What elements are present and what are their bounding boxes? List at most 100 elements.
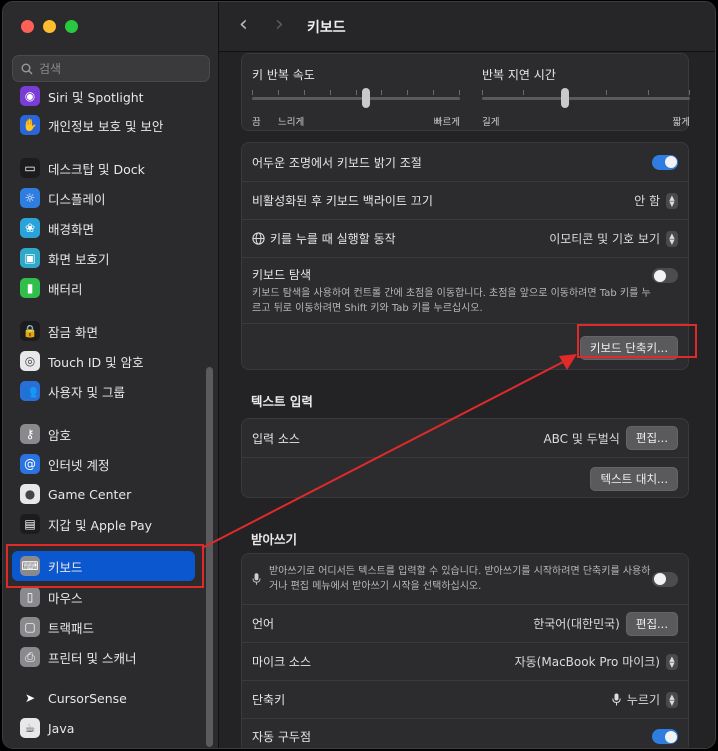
repeat-rate-thumb[interactable] [362,88,371,108]
chevron-updown-icon: ▲ ▼ [666,691,678,708]
repeat-rate-track[interactable] [252,97,460,100]
dictation-title: 받아쓰기 [251,532,298,547]
brightness-toggle[interactable] [652,154,678,170]
dictation-language-edit-button[interactable]: 편집... [625,611,678,636]
slider-tick [606,90,608,95]
search-field[interactable] [12,55,210,82]
settings-window: ◉ Siri 및 Spotlight ✋ 개인정보 보호 및 보안 ▭ 데스크탑 및 Do… [2,1,716,749]
forward-button[interactable]: › [275,14,284,36]
sidebar-item[interactable]: ● Game Center [12,479,195,509]
sun-icon: ☼ [20,188,40,208]
slider-tick [329,90,331,95]
chevron-updown-icon: ▲ ▼ [666,230,678,247]
sidebar-item[interactable]: ◉ Siri 및 Spotlight [12,81,195,111]
sidebar-item[interactable]: ◎ Touch ID 및 암호 [12,346,195,376]
sidebar-item-label: 디스플레이 [48,191,106,207]
mic-source-select[interactable]: 자동(MacBook Pro 마이크) ▲ ▼ [515,653,678,670]
key-icon: ⚷ [20,424,40,444]
hand-icon: ✋ [20,115,40,135]
backlight-off-row: 비활성화된 후 키보드 백라이트 끄기 안 함 ▲ ▼ [242,181,688,219]
repeat-rate-slider[interactable]: 키 반복 속도 끔 느리게 빠르게 [252,66,460,128]
repeat-delay-long-label: 길게 [482,117,500,128]
sidebar-scrollbar[interactable] [206,367,213,747]
input-source-edit-button[interactable]: 편집... [625,426,678,450]
sidebar-item[interactable]: ▭ 데스크탑 및 Dock [12,153,195,183]
dock-icon: ▭ [20,158,40,178]
slider-tick [482,90,483,95]
repeat-rate-max-label: 빠르게 [433,117,460,128]
sidebar-item[interactable]: ☼ 디스플레이 [12,183,195,213]
slider-tick [459,90,460,95]
sidebar-item[interactable]: ➤ CursorSense [12,683,195,713]
slider-tick [647,90,649,95]
microphone-icon [252,573,261,585]
sidebar: ◉ Siri 및 Spotlight ✋ 개인정보 보호 및 보안 ▭ 데스크탑 및 Do… [3,2,219,748]
dictation-shortcut-row: 단축키 누르기 ▲ ▼ [242,680,688,718]
auto-punct-toggle[interactable] [652,729,678,744]
globe-key-select[interactable]: 이모티콘 및 기호 보기 ▲ ▼ [549,230,678,247]
sidebar-item[interactable]: ▤ 지갑 및 Apple Pay [12,509,195,539]
backlight-off-select[interactable]: 안 함 ▲ ▼ [634,192,678,209]
dictation-shortcut-select[interactable]: 누르기 ▲ ▼ [612,691,678,708]
mic-source-label: 마이크 소스 [252,655,312,669]
backlight-off-value: 안 함 [634,194,660,208]
sidebar-item-label: 프린터 및 스캐너 [48,650,137,666]
repeat-rate-min-label: 끔 [252,117,261,128]
annotation-box-sidebar [6,544,204,588]
sidebar-item[interactable]: 🔒 잠금 화면 [12,316,195,346]
sidebar-item[interactable]: ✋ 개인정보 보호 및 보안 [12,110,195,140]
siri-icon: ◉ [20,86,40,106]
keyboard-nav-row: 키보드 탐색 키보드 탐색을 사용하여 컨트롤 간에 초점을 이동합니다. 초점… [242,257,688,323]
repeat-delay-slider[interactable]: 반복 지연 시간 길게 짧게 [482,66,690,128]
sidebar-item-label: 인터넷 계정 [48,457,110,473]
dictation-toggle-row: 받아쓰기로 어디서든 텍스트를 입력할 수 있습니다. 받아쓰기를 시작하려면 … [242,554,688,604]
sidebar-item-label: 잠금 화면 [48,324,98,340]
globe-key-row: 키를 누를 때 실행할 동작 이모티콘 및 기호 보기 ▲ ▼ [242,219,688,257]
sidebar-item[interactable]: @ 인터넷 계정 [12,449,195,479]
repeat-delay-title: 반복 지연 시간 [482,68,556,82]
sidebar-item-label: CursorSense [48,690,127,706]
text-replacements-button[interactable]: 텍스트 대치... [590,466,678,491]
sidebar-item[interactable]: ▣ 화면 보호기 [12,243,195,273]
chevron-updown-icon: ▲ ▼ [666,653,678,670]
sidebar-item[interactable]: ❀ 배경화면 [12,213,195,243]
dictation-toggle[interactable] [652,571,678,587]
sidebar-item[interactable]: ▢ 트랙패드 [12,612,195,642]
page-title: 키보드 [307,20,346,36]
slider-tick [252,90,253,95]
zoom-window-button[interactable] [65,20,78,33]
dictation-shortcut-value: 누르기 [626,693,660,707]
trackpad-icon: ▢ [20,617,40,637]
brightness-label: 어두운 조명에서 키보드 밝기 조절 [252,155,422,170]
sidebar-item-label: Touch ID 및 암호 [48,354,144,370]
input-source-label: 입력 소스 [252,431,300,446]
flower-icon: ❀ [20,218,40,238]
window-controls [21,20,78,33]
mouse-icon: ▯ [20,587,40,607]
sidebar-scrollbar-thumb[interactable] [206,367,213,747]
back-button[interactable]: ‹ [239,14,248,36]
repeat-delay-track[interactable] [482,97,690,100]
dictation-group: 받아쓰기로 어디서든 텍스트를 입력할 수 있습니다. 받아쓰기를 시작하려면 … [241,553,689,748]
dictation-language-label: 언어 [252,617,275,631]
sidebar-item[interactable]: ☕ Java [12,713,195,743]
keyboard-nav-toggle[interactable] [652,268,678,283]
battery-icon: ▮ [20,278,40,298]
minimize-window-button[interactable] [43,20,56,33]
globe-icon [252,232,265,245]
slider-tick [523,90,525,95]
key-repeat-group: 키 반복 속도 끔 느리게 빠르게 반복 지연 시간 길게 짧게 [241,53,690,131]
sidebar-item[interactable]: ▮ 배터리 [12,273,195,303]
java-icon: ☕ [20,718,40,738]
search-input[interactable] [39,61,189,76]
printer-icon: ⎙ [20,647,40,667]
sidebar-item[interactable]: 👥 사용자 및 그룹 [12,376,195,406]
gamecenter-icon: ● [20,484,40,504]
close-window-button[interactable] [21,20,34,33]
repeat-delay-thumb[interactable] [561,88,570,108]
text-input-group: 입력 소스 ABC 및 두벌식 편집... 텍스트 대치... [241,418,689,498]
annotation-box-shortcuts [577,324,697,358]
sidebar-item[interactable]: ⎙ 프린터 및 스캐너 [12,642,195,672]
main-panel: ‹ › 키보드 키 반복 속도 끔 느리게 빠르게 반복 지연 시간 길게 짧게… [219,2,715,748]
sidebar-item[interactable]: ⚷ 암호 [12,419,195,449]
